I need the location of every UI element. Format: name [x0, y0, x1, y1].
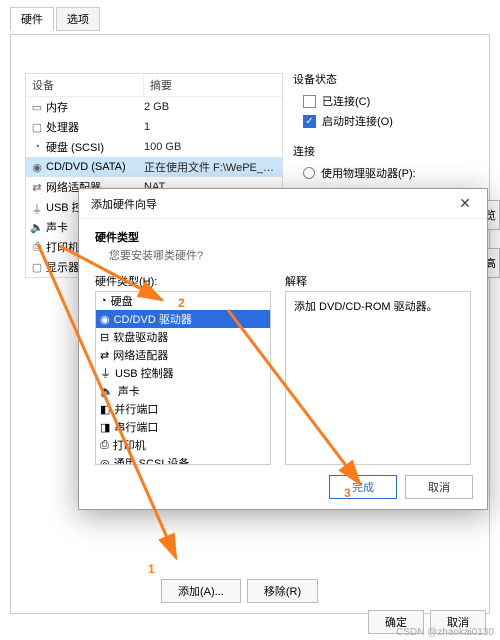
explain-label: 解释	[285, 273, 471, 289]
remove-button[interactable]: 移除(R)	[247, 579, 318, 603]
checkbox-connected[interactable]: 已连接(C)	[303, 93, 473, 109]
hardware-type-list[interactable]: ◔硬盘◉CD/DVD 驱动器⊟软盘驱动器⇄网络适配器⏚USB 控制器🔈声卡◧并行…	[95, 291, 271, 465]
hw-type-label: 硬盘	[111, 293, 133, 309]
radio-icon	[303, 167, 315, 179]
explain-text: 添加 DVD/CD-ROM 驱动器。	[285, 291, 471, 465]
hw-type-label: 通用 SCSI 设备	[114, 455, 190, 465]
hw-type-label: 串行端口	[114, 419, 158, 435]
wizard-titlebar: 添加硬件向导 ✕	[79, 189, 487, 219]
annotation-1: 1	[148, 562, 155, 576]
hw-type-icon: ◎	[100, 457, 110, 466]
hw-type-item[interactable]: ◉ CD/DVD 驱动器	[96, 310, 270, 328]
connection-title: 连接	[293, 143, 475, 159]
watermark: CSDN @zhaokai0130	[396, 627, 494, 638]
hw-type-title: 硬件类型	[95, 229, 471, 245]
hw-type-icon: ⏚	[100, 365, 111, 381]
add-hardware-wizard: 添加硬件向导 ✕ 硬件类型 您要安装哪类硬件? 硬件类型(H): ◔ 硬盘◉ CD/…	[78, 188, 488, 510]
add-button[interactable]: 添加(A)...	[161, 579, 241, 603]
wizard-subheader: 硬件类型 您要安装哪类硬件?	[79, 219, 487, 267]
hw-list-label: 硬件类型(H):	[95, 273, 271, 289]
device-name: 处理器	[44, 119, 144, 135]
device-icon: 🔈	[30, 221, 44, 233]
annotation-2: 2	[178, 296, 185, 310]
device-icon: ⇄	[30, 181, 44, 193]
device-icon: ▢	[30, 261, 44, 273]
wizard-cancel-button[interactable]: 取消	[405, 475, 473, 499]
device-name: 内存	[44, 99, 144, 115]
tabs: 硬件 选项	[10, 6, 490, 30]
hw-type-item[interactable]: ⇄ 网络适配器	[96, 346, 270, 364]
hw-type-label: CD/DVD 驱动器	[114, 311, 192, 327]
checkbox-connect-on-power[interactable]: ✓ 启动时连接(O)	[303, 113, 473, 129]
hw-type-label: 并行端口	[114, 401, 158, 417]
checkbox-connected-label: 已连接(C)	[322, 93, 370, 109]
radio-use-physical-label: 使用物理驱动器(P):	[321, 165, 416, 181]
device-icon: ⎙	[30, 241, 44, 253]
hw-type-label: 打印机	[113, 437, 146, 453]
device-row[interactable]: ◉CD/DVD (SATA)正在使用文件 F:\WePE_64_V2...	[26, 157, 282, 177]
tab-hardware[interactable]: 硬件	[10, 7, 54, 31]
device-row[interactable]: ▭内存2 GB	[26, 97, 282, 117]
device-row[interactable]: ▢处理器1	[26, 117, 282, 137]
device-name: 硬盘 (SCSI)	[44, 139, 144, 155]
hw-type-item[interactable]: ⊟ 软盘驱动器	[96, 328, 270, 346]
hw-type-icon: ⎙	[100, 439, 109, 452]
hw-type-icon: ◨	[100, 421, 110, 434]
hw-type-item[interactable]: 🔈 声卡	[96, 382, 270, 400]
device-icon: ◉	[30, 161, 44, 173]
hw-type-icon: ◔	[100, 295, 107, 307]
device-row[interactable]: ◔硬盘 (SCSI)100 GB	[26, 137, 282, 157]
device-icon: ◔	[30, 141, 44, 153]
col-summary: 摘要	[144, 74, 282, 96]
hw-type-icon: 🔈	[100, 385, 114, 398]
wizard-question: 您要安装哪类硬件?	[95, 247, 471, 263]
col-device: 设备	[26, 74, 144, 96]
checkbox-connect-on-power-label: 启动时连接(O)	[322, 113, 393, 129]
hw-type-icon: ⊟	[100, 331, 109, 344]
tab-options[interactable]: 选项	[56, 7, 100, 31]
device-summary: 100 GB	[144, 141, 278, 153]
device-icon: ▢	[30, 121, 44, 133]
device-summary: 正在使用文件 F:\WePE_64_V2...	[144, 159, 278, 175]
status-title: 设备状态	[293, 71, 475, 87]
hw-type-item[interactable]: ⏚USB 控制器	[96, 364, 270, 382]
hw-type-icon: ◉	[100, 313, 110, 326]
hw-type-item[interactable]: ⎙ 打印机	[96, 436, 270, 454]
checkbox-icon	[303, 95, 316, 108]
hw-type-label: 网络适配器	[113, 347, 168, 363]
annotation-3: 3	[344, 486, 351, 500]
wizard-title: 添加硬件向导	[91, 196, 157, 212]
hw-type-item[interactable]: ◨ 串行端口	[96, 418, 270, 436]
close-icon[interactable]: ✕	[451, 195, 479, 212]
device-icon: ▭	[30, 101, 44, 113]
hw-type-icon: ◧	[100, 403, 110, 416]
device-icon: ⏚	[30, 201, 44, 213]
device-table-header: 设备 摘要	[26, 74, 282, 97]
radio-use-physical[interactable]: 使用物理驱动器(P):	[303, 165, 473, 181]
wizard-body: 硬件类型(H): ◔ 硬盘◉ CD/DVD 驱动器 ⊟ 软盘驱动器 ⇄ 网络适配器⏚USB …	[79, 267, 487, 471]
hw-type-label: 软盘驱动器	[113, 329, 168, 345]
hw-type-item[interactable]: ◎ 通用 SCSI 设备	[96, 454, 270, 465]
device-name: CD/DVD (SATA)	[44, 161, 144, 173]
device-summary: 1	[144, 121, 278, 133]
hw-type-item[interactable]: ◧ 并行端口	[96, 400, 270, 418]
hw-type-label: 声卡	[118, 383, 140, 399]
device-summary: 2 GB	[144, 101, 278, 113]
device-bottom-buttons: 添加(A)... 移除(R)	[161, 579, 318, 603]
checkbox-icon: ✓	[303, 115, 316, 128]
hw-type-label: USB 控制器	[115, 365, 174, 381]
finish-button[interactable]: 完成	[329, 475, 397, 499]
wizard-right: 解释 添加 DVD/CD-ROM 驱动器。	[285, 273, 471, 465]
hw-type-icon: ⇄	[100, 349, 109, 362]
